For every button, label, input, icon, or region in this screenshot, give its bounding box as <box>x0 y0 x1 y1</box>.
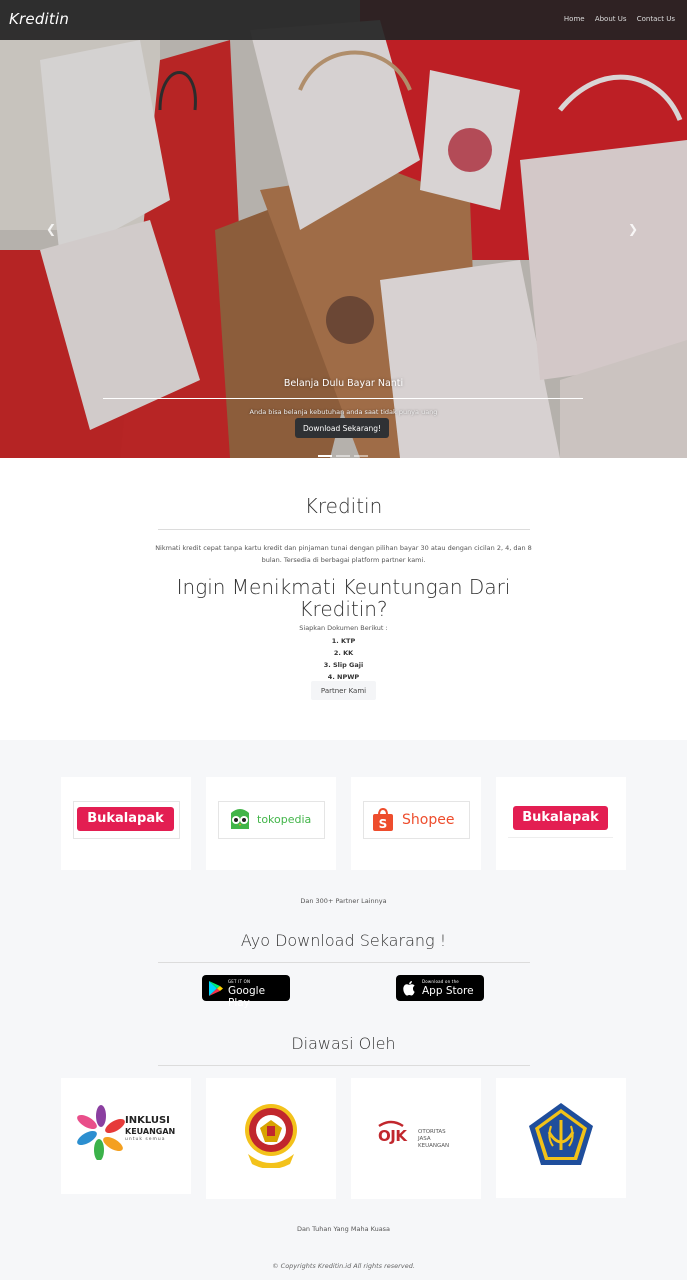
tokopedia-owl-icon <box>231 809 249 829</box>
bukalapak-logo: Bukalapak <box>73 801 180 839</box>
inklusi-subtitle: untuk semua <box>125 1137 166 1142</box>
benefit-title: Ingin Menikmati Keuntungan Dari Kreditin… <box>176 575 511 621</box>
section-divider <box>158 1065 530 1066</box>
section-divider <box>158 962 530 963</box>
nav-links: Home About Us Contact Us <box>556 15 675 23</box>
nav-link-contact[interactable]: Contact Us <box>637 15 675 23</box>
ojk-text-line: JASA <box>418 1136 431 1142</box>
shopee-logo: S Shopee <box>363 801 470 839</box>
supervised-title: Diawasi Oleh <box>291 1034 396 1053</box>
regulator-card-kemenkeu <box>496 1078 626 1198</box>
partner-card-tokopedia[interactable]: tokopedia <box>206 777 336 870</box>
hero-carousel: ❮ ❯ Belanja Dulu Bayar Nanti Anda bisa b… <box>0 0 687 458</box>
shopee-bag-icon: S <box>373 808 393 831</box>
download-title: Ayo Download Sekarang ! <box>240 931 447 950</box>
navbar: Kreditin Home About Us Contact Us <box>0 0 687 40</box>
garuda-emblem-logo <box>245 1104 297 1168</box>
app-store-button[interactable]: Download on the App Store <box>396 975 484 1001</box>
bukalapak-logo: Bukalapak <box>508 801 613 838</box>
list-item: 2. KK <box>333 649 354 657</box>
shopee-wordmark: Shopee <box>402 812 455 828</box>
brand-logo[interactable]: Kreditin <box>9 10 69 28</box>
regulator-card-ojk: OJK OTORITAS JASA KEUANGAN <box>351 1078 481 1199</box>
partner-card-bukalapak[interactable]: Bukalapak <box>61 777 191 870</box>
bukalapak-wordmark: Bukalapak <box>77 807 174 831</box>
ojk-wordmark: OJK <box>378 1127 407 1145</box>
more-partners-text: Dan 300+ Partner Lainnya <box>300 897 387 905</box>
nav-link-home[interactable]: Home <box>564 15 585 23</box>
section-divider <box>158 529 530 530</box>
chevron-left-icon[interactable]: ❮ <box>46 222 56 236</box>
tokopedia-logo: tokopedia <box>218 801 325 839</box>
partner-card-bukalapak-2[interactable]: Bukalapak <box>496 777 626 870</box>
ojk-text-line: KEUANGAN <box>418 1143 450 1149</box>
tokopedia-wordmark: tokopedia <box>257 813 312 826</box>
carousel-indicator[interactable] <box>318 455 332 457</box>
list-item: 1. KTP <box>331 637 356 645</box>
kemenkeu-logo <box>529 1103 593 1165</box>
caption-divider <box>103 398 583 399</box>
chevron-right-icon[interactable]: ❯ <box>628 222 638 236</box>
google-play-icon <box>209 981 223 996</box>
about-title: Kreditin <box>304 494 383 518</box>
svg-text:S: S <box>379 817 388 831</box>
app-store-small-text: Download on the <box>422 979 459 984</box>
inklusi-title-2: KEUANGAN <box>125 1127 176 1136</box>
about-description: Nikmati kredit cepat tanpa kartu kredit … <box>155 544 532 564</box>
inklusi-keuangan-logo <box>77 1105 125 1160</box>
google-play-label: Google Play <box>228 985 266 1009</box>
partner-card-shopee[interactable]: S Shopee <box>351 777 481 870</box>
inklusi-title: INKLUSI <box>125 1115 170 1126</box>
carousel-indicators <box>318 442 372 458</box>
carousel-indicator[interactable] <box>354 455 368 457</box>
google-play-button[interactable]: GET IT ON Google Play <box>202 975 290 1009</box>
list-item: 3. Slip Gaji <box>323 661 364 669</box>
carousel-indicator[interactable] <box>336 455 350 457</box>
google-play-small-text: GET IT ON <box>228 979 251 984</box>
copyright-text: © Copyrights Kreditin.id All rights rese… <box>272 1262 415 1270</box>
apple-icon <box>403 981 415 996</box>
documents-heading: Siapkan Dokumen Berikut : <box>299 624 388 632</box>
regulator-card-inklusi: INKLUSI KEUANGAN untuk semua <box>61 1078 191 1194</box>
ojk-text-line: OTORITAS <box>418 1129 446 1135</box>
regulator-card-bpkn <box>206 1078 336 1199</box>
nav-link-about[interactable]: About Us <box>595 15 627 23</box>
hero-image <box>0 0 687 458</box>
carousel-caption-subtitle: Anda bisa belanja kebutuhan anda saat ti… <box>249 408 438 416</box>
footer-note: Dan Tuhan Yang Maha Kuasa <box>296 1225 391 1233</box>
documents-list: 1. KTP 2. KK 3. Slip Gaji 4. NPWP <box>0 635 687 683</box>
ojk-text: OTORITAS JASA KEUANGAN <box>418 1129 449 1150</box>
partner-button[interactable]: Partner Kami <box>311 681 376 700</box>
app-store-label: App Store <box>422 985 474 997</box>
download-now-button[interactable]: Download Sekarang! <box>295 418 389 438</box>
bukalapak-wordmark: Bukalapak <box>513 806 608 830</box>
carousel-caption-title: Belanja Dulu Bayar Nanti <box>283 378 404 389</box>
